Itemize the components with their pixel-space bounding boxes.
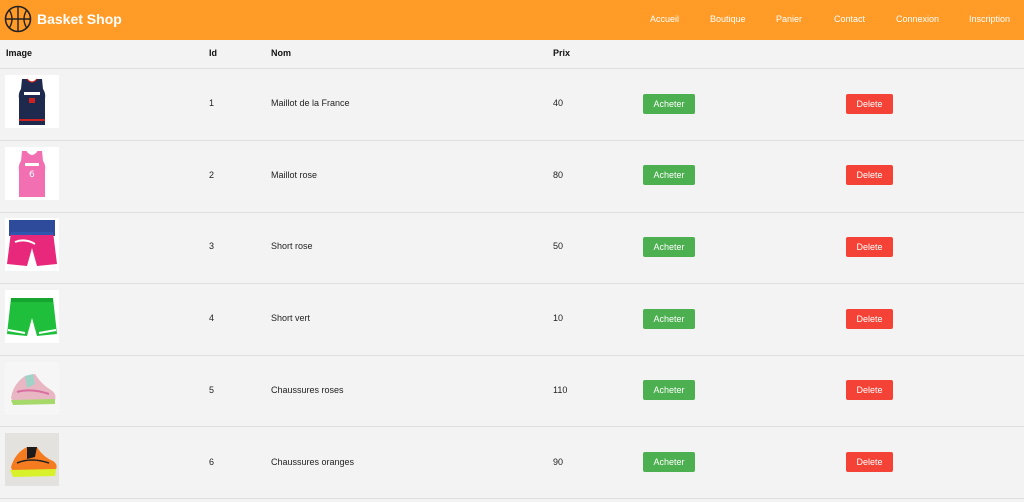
row-name: Short vert: [271, 313, 311, 323]
delete-button[interactable]: Delete: [846, 237, 893, 257]
row-id: 5: [209, 385, 215, 395]
nav-link-panier[interactable]: Panier: [776, 14, 802, 24]
delete-button[interactable]: Delete: [846, 380, 893, 400]
buy-button[interactable]: Acheter: [643, 452, 695, 472]
green-shorts-image: [5, 290, 59, 343]
row-name: Maillot rose: [271, 170, 318, 180]
delete-button[interactable]: Delete: [846, 452, 893, 472]
delete-button[interactable]: Delete: [846, 165, 893, 185]
nav-link-connexion[interactable]: Connexion: [896, 14, 939, 24]
svg-text:6: 6: [29, 170, 35, 180]
row-name: Chaussures roses: [271, 385, 344, 395]
buy-button[interactable]: Acheter: [643, 380, 695, 400]
column-header-price: Prix: [553, 48, 571, 58]
row-id: 4: [209, 313, 215, 323]
table-row: 1 Maillot de la France 40 Acheter Delete: [0, 69, 1024, 141]
table-row: 6 Chaussures oranges 90 Acheter Delete: [0, 427, 1024, 499]
row-name: Maillot de la France: [271, 98, 350, 108]
row-id: 2: [209, 170, 215, 180]
row-price: 110: [553, 385, 568, 395]
column-header-name: Nom: [271, 48, 291, 58]
pink-sneaker-image: [5, 362, 59, 415]
row-id: 1: [209, 98, 215, 108]
row-id: 3: [209, 241, 215, 251]
row-price: 50: [553, 241, 564, 251]
pink-shorts-image: [5, 218, 59, 271]
delete-button[interactable]: Delete: [846, 309, 893, 329]
column-header-id: Id: [209, 48, 217, 58]
pink-jersey-image: 6: [5, 147, 59, 200]
nav-link-accueil[interactable]: Accueil: [650, 14, 679, 24]
orange-sneaker-image: [5, 433, 59, 486]
table-row: 6 2 Maillot rose 80 Acheter Delete: [0, 141, 1024, 213]
navy-jersey-image: [5, 75, 59, 128]
row-name: Chaussures oranges: [271, 457, 355, 467]
row-price: 10: [553, 313, 564, 323]
delete-button[interactable]: Delete: [846, 94, 893, 114]
row-price: 40: [553, 98, 564, 108]
row-price: 80: [553, 170, 564, 180]
column-header-image: Image: [6, 48, 33, 58]
table-row: Short rose 3 50 Acheter Delete: [0, 212, 1024, 284]
buy-button[interactable]: Acheter: [643, 94, 695, 114]
table-row: 4 Short vert 10 Acheter Delete: [0, 284, 1024, 356]
nav-link-contact[interactable]: Contact: [834, 14, 865, 24]
nav-link-boutique[interactable]: Boutique: [710, 14, 746, 24]
row-name: Short rose: [271, 241, 313, 251]
basketball-icon[interactable]: [4, 5, 32, 33]
buy-button[interactable]: Acheter: [643, 165, 695, 185]
row-price: 90: [553, 457, 564, 467]
brand-title[interactable]: Basket Shop: [37, 11, 122, 27]
table-row: 5 Chaussures roses 110 Acheter Delete: [0, 355, 1024, 427]
row-id: 6: [209, 457, 215, 467]
nav-link-inscription[interactable]: Inscription: [969, 14, 1010, 24]
navbar: Basket Shop Accueil Boutique Panier Cont…: [0, 0, 1024, 40]
buy-button[interactable]: Acheter: [643, 237, 695, 257]
buy-button[interactable]: Acheter: [643, 309, 695, 329]
